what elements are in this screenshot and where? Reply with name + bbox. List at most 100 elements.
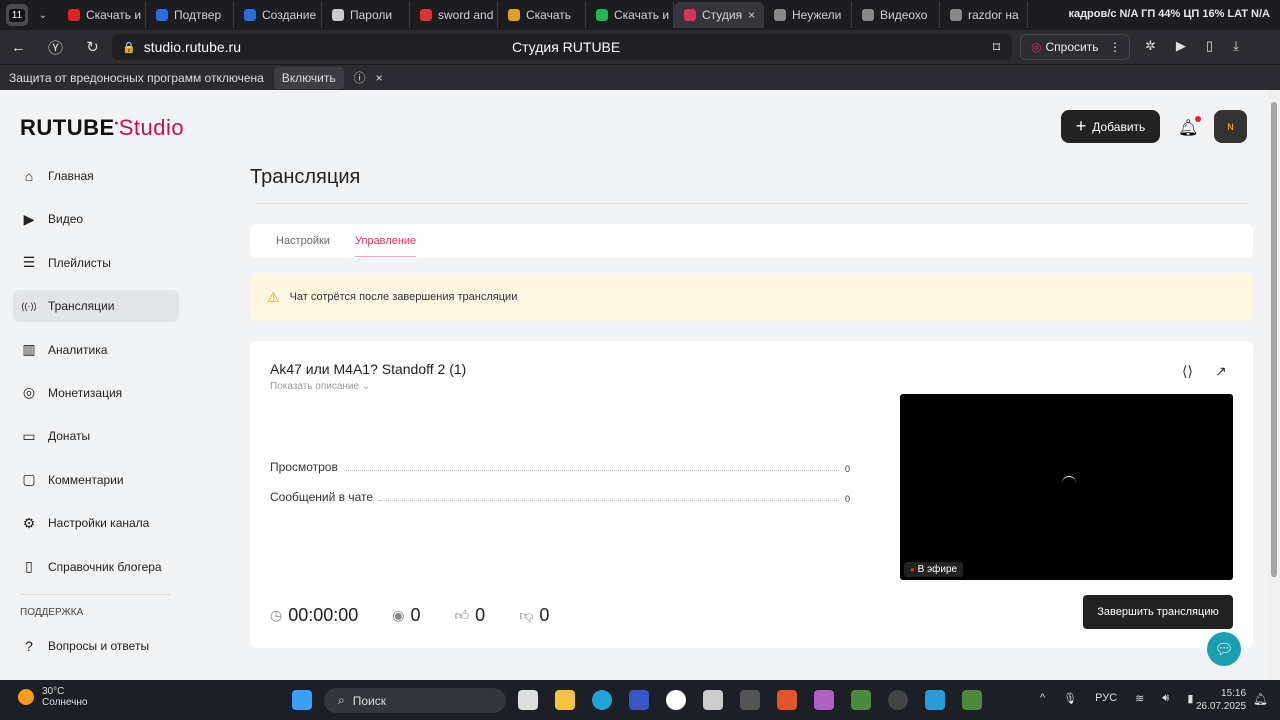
enable-protection-button[interactable]: Включить bbox=[273, 66, 344, 89]
sidebar-item[interactable]: ▯ Справочник блогера bbox=[13, 551, 179, 583]
lock-icon: 🔒 bbox=[122, 41, 136, 54]
browser-tab[interactable]: Подтвер bbox=[146, 2, 234, 28]
sidebar-item[interactable]: ☰ Плейлисты bbox=[13, 247, 179, 279]
close-icon[interactable]: × bbox=[376, 71, 383, 85]
avatar[interactable]: N bbox=[1214, 110, 1247, 143]
help-icon[interactable]: ⓘ bbox=[354, 69, 366, 86]
yandex-home-button[interactable]: Ⓨ bbox=[37, 37, 74, 58]
donate-icon: ▭ bbox=[22, 427, 36, 444]
clipboard-icon[interactable]: ▯ bbox=[1206, 38, 1213, 54]
question-icon: ? bbox=[25, 637, 33, 654]
taskbar-search[interactable]: ⌕ Поиск bbox=[324, 688, 506, 713]
analytics-icon: ▥ bbox=[22, 341, 36, 358]
app-icon[interactable] bbox=[740, 690, 760, 710]
sidebar-item[interactable]: ⌂ Главная bbox=[13, 160, 179, 192]
notifications-bell-icon[interactable]: 🔔︎ bbox=[1178, 116, 1202, 138]
browser-tab[interactable]: Студия × bbox=[674, 2, 764, 28]
task-view-icon[interactable] bbox=[518, 690, 538, 710]
sidebar-item[interactable]: ▥ Аналитика bbox=[13, 334, 179, 366]
game-icon[interactable] bbox=[814, 690, 834, 710]
support-chat-button[interactable]: 💬︎ bbox=[1207, 632, 1241, 666]
chevron-up-icon[interactable]: ^ bbox=[1040, 692, 1045, 705]
divider bbox=[255, 203, 1248, 204]
external-link-icon[interactable]: ↗ bbox=[1215, 363, 1227, 380]
viewers-icon: ◉ bbox=[392, 607, 405, 623]
tab-management[interactable]: Управление bbox=[355, 235, 417, 257]
browser-tab[interactable]: Неужели bbox=[764, 2, 852, 28]
browser-tab[interactable]: Пароли bbox=[322, 2, 410, 28]
extensions-icon[interactable]: ✲ bbox=[1145, 38, 1156, 54]
back-button[interactable]: ← bbox=[0, 39, 37, 56]
windows-start-icon[interactable] bbox=[292, 690, 312, 710]
show-description-toggle[interactable]: Показать описание ⌄ bbox=[270, 381, 370, 392]
explorer-icon[interactable] bbox=[555, 690, 575, 710]
monetization-icon: ◎ bbox=[22, 384, 36, 401]
browser-tab[interactable]: razdor на bbox=[940, 2, 1028, 28]
stream-timer: 00:00:00 bbox=[288, 605, 359, 625]
favicon-icon bbox=[596, 9, 608, 21]
app-icon[interactable] bbox=[777, 690, 797, 710]
sidebar-item[interactable]: ((·)) Трансляции bbox=[13, 290, 179, 323]
clock[interactable]: 15:16 26.07.2025 bbox=[1196, 687, 1246, 713]
sidebar-item[interactable]: ▢ Комментарии bbox=[13, 464, 179, 496]
microphone-icon[interactable]: 🎙︎ bbox=[1063, 692, 1077, 705]
favicon-icon bbox=[684, 9, 696, 21]
broadcast-icon: ((·)) bbox=[21, 301, 37, 312]
sidebar-item[interactable]: ◎ Монетизация bbox=[13, 377, 179, 409]
url-text: studio.rutube.ru bbox=[143, 39, 241, 55]
browser-tab[interactable]: Видеохо bbox=[852, 2, 940, 28]
wifi-icon[interactable]: ≋ bbox=[1135, 692, 1144, 705]
settings-icon: ⚙ bbox=[22, 514, 36, 531]
page-scrollbar[interactable] bbox=[1268, 90, 1280, 680]
stream-preview-player[interactable]: ● В эфире bbox=[900, 394, 1233, 580]
minecraft-icon[interactable] bbox=[962, 690, 982, 710]
sidebar: ⌂ Главная ▶ Видео ☰ Плейлисты ((·)) Трансляции ▥… bbox=[13, 160, 179, 673]
battery-icon[interactable]: ▮ bbox=[1187, 692, 1193, 705]
rutube-studio-logo[interactable]: RUTUBE•Studio bbox=[20, 115, 184, 141]
share-icon[interactable]: ⟨⟩ bbox=[1182, 363, 1193, 380]
store-icon[interactable] bbox=[703, 690, 723, 710]
bookmark-icon[interactable]: ⌑ bbox=[993, 39, 1000, 56]
chat-messages-stat: Сообщений в чате 0 bbox=[270, 490, 850, 504]
notification-icon[interactable]: 🔔︎ bbox=[1253, 692, 1268, 706]
browser-tab[interactable]: Скачать bbox=[498, 2, 586, 28]
ask-button[interactable]: ◎ Спросить ⋮ bbox=[1020, 34, 1130, 60]
media-icon[interactable]: ▶ bbox=[1176, 38, 1186, 54]
stream-card: Ak47 или M4A1? Standoff 2 (1) Показать о… bbox=[250, 341, 1253, 648]
sidebar-item-faq[interactable]: ? Вопросы и ответы bbox=[13, 630, 179, 662]
end-stream-button[interactable]: Завершить трансляцию bbox=[1083, 595, 1233, 629]
browser-tab[interactable]: Скачать и bbox=[58, 2, 146, 28]
sidebar-item[interactable]: ▶ Видео bbox=[13, 203, 179, 235]
yandex-browser-icon[interactable] bbox=[666, 690, 686, 710]
sidebar-item-label: Трансляции bbox=[48, 299, 115, 314]
url-field[interactable]: 🔒 studio.rutube.ru Студия RUTUBE ⌑ bbox=[112, 34, 1012, 60]
browser-tab[interactable]: Создание bbox=[234, 2, 322, 28]
close-tab-icon[interactable]: × bbox=[748, 8, 755, 22]
tab-counter-button[interactable]: 11 bbox=[6, 4, 28, 26]
warning-text: Защита от вредоносных программ отключена bbox=[9, 70, 264, 85]
shield-app-icon[interactable] bbox=[629, 690, 649, 710]
edge-icon[interactable] bbox=[592, 690, 612, 710]
sidebar-item[interactable]: ⚙ Настройки канала bbox=[13, 507, 179, 539]
chevron-down-icon[interactable]: ⌄ bbox=[28, 10, 58, 21]
like-icon: 👍︎ bbox=[454, 607, 470, 623]
address-bar-row: ← Ⓨ ↻ 🔒 studio.rutube.ru Студия RUTUBE ⌑ ◎ С… bbox=[0, 30, 1280, 64]
browser-tab[interactable]: Скачать и bbox=[586, 2, 674, 28]
tab-settings[interactable]: Настройки bbox=[276, 235, 330, 247]
obs-icon[interactable] bbox=[888, 690, 908, 710]
favicon-icon bbox=[244, 9, 256, 21]
weather-widget[interactable]: 30°C Солнечно bbox=[18, 686, 87, 708]
tab-label: Скачать bbox=[526, 8, 571, 22]
add-button[interactable]: + Добавить bbox=[1061, 110, 1160, 143]
viewers-count: 0 bbox=[410, 605, 421, 625]
language-indicator[interactable]: РУС bbox=[1095, 692, 1117, 705]
app-icon[interactable] bbox=[925, 690, 945, 710]
volume-icon[interactable]: 🔊︎ bbox=[1162, 692, 1169, 705]
sidebar-item[interactable]: ▭ Донаты bbox=[13, 420, 179, 452]
tab-label: Пароли bbox=[350, 8, 393, 22]
browser-tab[interactable]: sword and bbox=[410, 2, 498, 28]
download-icon[interactable]: ⤓ bbox=[1233, 38, 1239, 54]
minecraft-icon[interactable] bbox=[851, 690, 871, 710]
reload-button[interactable]: ↻ bbox=[74, 38, 111, 56]
more-icon[interactable]: ⋮ bbox=[1109, 40, 1121, 54]
